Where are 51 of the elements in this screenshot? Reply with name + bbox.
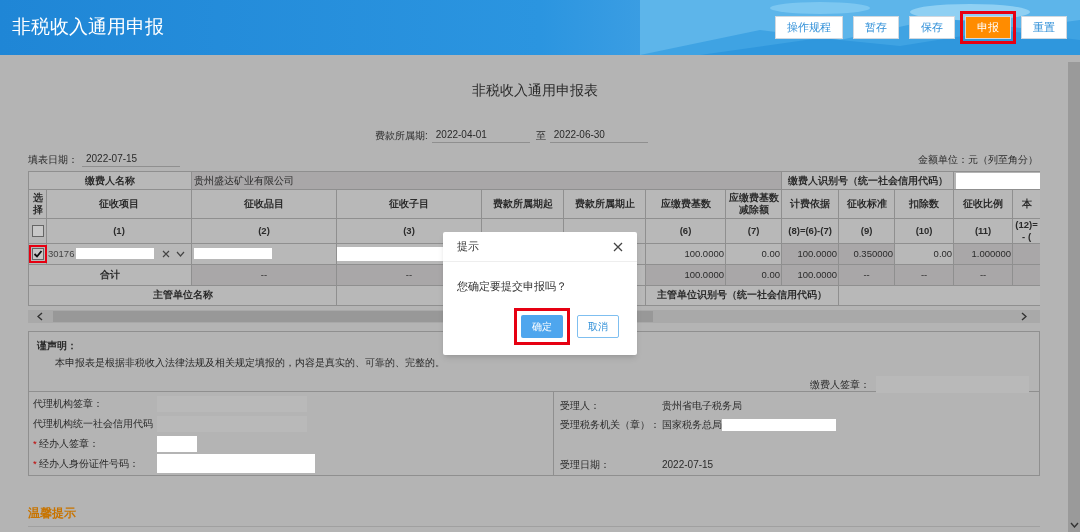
header-button[interactable]: 申报: [965, 16, 1011, 39]
page-title: 非税收入通用申报: [12, 15, 164, 40]
column-header: 征收比例: [953, 189, 1013, 219]
required-mark: *: [33, 436, 37, 451]
column-header: 选择: [28, 189, 47, 219]
header-button[interactable]: 重置: [1021, 16, 1067, 39]
column-header: 应缴费基数减除额: [725, 189, 782, 219]
range-separator: 至: [535, 129, 546, 143]
field-label: 受理税务机关（章）：: [560, 417, 661, 432]
table-cell: 缴费人名称: [28, 171, 192, 190]
field-label: 受理人：: [560, 398, 601, 413]
field-label: 代理机构签章：: [33, 396, 103, 411]
header-button[interactable]: 操作规程: [775, 16, 843, 39]
table-cell: 缴费人识别号（统一社会信用代码）: [781, 171, 954, 190]
table-cell: 贵州盛达矿业有限公司: [191, 171, 782, 190]
field-value: 国家税务总局: [662, 418, 722, 433]
field-label: 缴费人签章：: [810, 377, 870, 392]
column-header: 费款所属期止: [563, 189, 646, 219]
field-label: 经办人身份证件号码：: [38, 456, 139, 471]
header-button[interactable]: 暂存: [853, 16, 899, 39]
field-label: 填表日期：: [28, 153, 78, 167]
date-field[interactable]: 2022-06-30: [549, 127, 648, 143]
column-header: 应缴费基数: [645, 189, 726, 219]
table-cell: (2): [191, 218, 337, 244]
dialog-button[interactable]: 确定: [521, 314, 563, 338]
field-label: 受理日期：: [560, 457, 611, 472]
date-field[interactable]: 2022-07-15: [82, 151, 180, 167]
column-header: 征收项目: [46, 189, 192, 219]
field-label: 经办人签章：: [38, 436, 99, 451]
table-cell: (1): [46, 218, 192, 244]
select-value[interactable]: 30176: [48, 247, 75, 260]
declaration-text: 本申报表是根据非税收入法律法规及相关规定填报的，内容是真实的、可靠的、完整的。: [55, 355, 446, 370]
declaration-heading: 谨声明：: [37, 338, 78, 353]
column-header: 征收子目: [336, 189, 482, 219]
unit-note: 金额单位：元（列至角分）: [918, 153, 1038, 167]
header-button[interactable]: 保存: [909, 16, 955, 39]
required-mark: *: [33, 456, 37, 471]
field-value: 2022-07-15: [662, 458, 714, 473]
column-header: 扣除数: [894, 189, 954, 219]
date-field[interactable]: 2022-04-01: [431, 127, 530, 143]
column-header: 征收标准: [838, 189, 895, 219]
column-header: 征收品目: [191, 189, 337, 219]
tips-heading: 温馨提示: [28, 504, 77, 522]
column-header: 计费依据: [781, 189, 839, 219]
field-label: 费款所属期:: [375, 129, 428, 143]
column-header: 费款所属期起: [481, 189, 564, 219]
dialog-button[interactable]: 取消: [577, 314, 619, 338]
table-cell: 合计: [28, 264, 192, 286]
field-value: 贵州省电子税务局: [662, 399, 742, 414]
table-cell: 主管单位名称: [28, 285, 337, 306]
form-title: 非税收入通用申报表: [472, 82, 598, 98]
